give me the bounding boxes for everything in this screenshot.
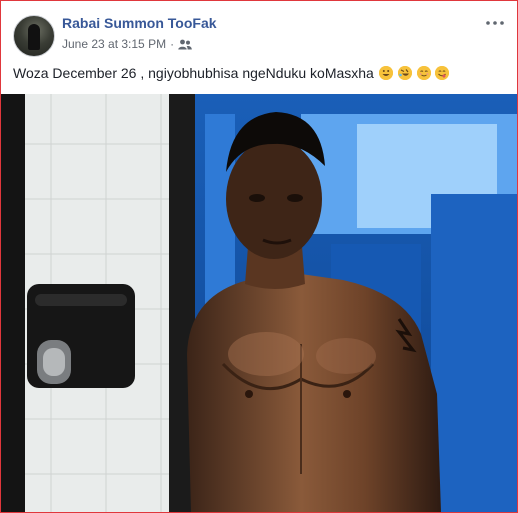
- author-name[interactable]: Rabai Summon TooFak: [62, 15, 217, 31]
- meta-separator: ·: [170, 37, 175, 51]
- grinning-face-icon: [378, 66, 393, 80]
- post-timestamp[interactable]: June 23 at 3:15 PM: [62, 37, 166, 51]
- post-text: Woza December 26 , ngiyobhubhisa ngeNduk…: [13, 65, 505, 81]
- face-savoring-food-icon: [435, 66, 450, 80]
- post-meta: June 23 at 3:15 PM ·: [62, 37, 192, 51]
- post-header: Rabai Summon TooFak June 23 at 3:15 PM ·: [1, 1, 517, 59]
- more-options-icon[interactable]: [485, 15, 505, 31]
- friends-icon[interactable]: [178, 39, 192, 50]
- facebook-post: Rabai Summon TooFak June 23 at 3:15 PM ·: [0, 0, 518, 513]
- relieved-face-icon: [416, 66, 431, 80]
- rolling-on-floor-laughing-icon: [397, 66, 412, 80]
- post-text-body: Woza December 26 , ngiyobhubhisa ngeNduk…: [13, 65, 374, 81]
- author-avatar[interactable]: [13, 15, 55, 57]
- post-photo[interactable]: [1, 94, 517, 512]
